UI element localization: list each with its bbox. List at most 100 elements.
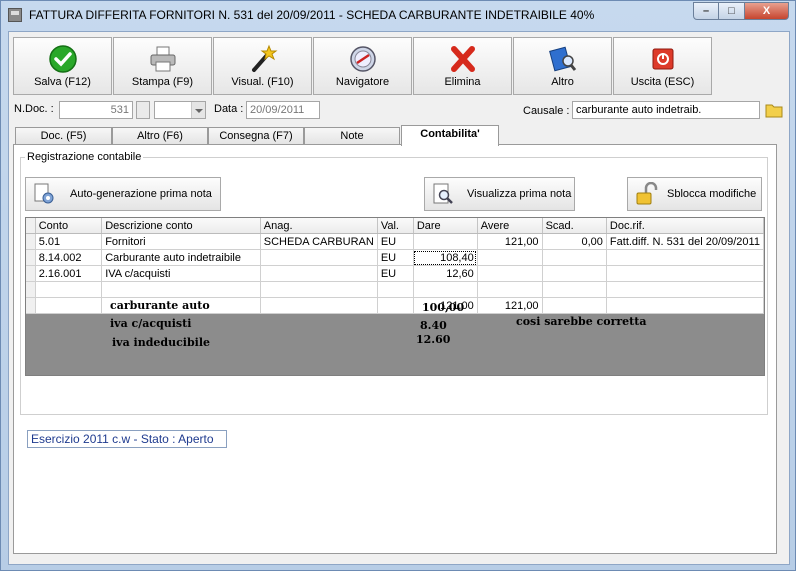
cell-descrizione[interactable]: IVA c/acquisti [101,265,261,282]
document-search-icon [433,183,453,204]
delete-label: Elimina [444,76,481,88]
tab-note[interactable]: Note [304,127,400,145]
cell-docrif[interactable] [606,249,764,266]
cell-descrizione[interactable] [101,281,261,298]
cell-val[interactable] [377,281,414,298]
col-conto[interactable]: Conto [35,218,103,234]
print-button[interactable]: Stampa (F9) [113,37,212,95]
total-scad [542,297,607,314]
minimize-button[interactable]: – [693,2,719,20]
unlock-icon [636,182,658,205]
row-indicator[interactable] [26,249,36,266]
cell-val[interactable]: EU [377,249,414,266]
ndoc-suffix-button[interactable] [136,101,150,119]
table-row[interactable]: 2.16.001 IVA c/acquisti EU 12,60 [26,265,764,282]
date-field[interactable]: 20/09/2011 [246,101,320,119]
delete-button[interactable]: Elimina [413,37,512,95]
col-val[interactable]: Val. [377,218,414,234]
col-avere[interactable]: Avere [477,218,543,234]
app-icon [8,8,22,22]
cell-docrif[interactable]: Fatt.diff. N. 531 del 20/09/2011 [606,233,764,250]
book-search-icon [548,46,576,72]
col-anag[interactable]: Anag. [260,218,378,234]
cell-dare-selected[interactable]: 108,40 [413,249,478,266]
cell-descrizione[interactable]: Carburante auto indetraibile [101,249,261,266]
cell-anag[interactable] [260,265,378,282]
cell-avere[interactable]: 121,00 [477,233,543,250]
note-comment: cosi sarebbe corretta [516,315,647,328]
cell-dare[interactable] [413,233,478,250]
cell-conto[interactable]: 5.01 [35,233,103,250]
cell-dare[interactable] [413,281,478,298]
tab-consegna[interactable]: Consegna (F7) [208,127,304,145]
cell-scad[interactable] [542,249,607,266]
close-button[interactable]: X [745,2,789,20]
power-icon [652,48,673,70]
autogen-button[interactable]: Auto-generazione prima nota [25,177,221,211]
col-dare[interactable]: Dare [413,218,478,234]
view-entry-button[interactable]: Visualizza prima nota [424,177,575,211]
unlock-button[interactable]: Sblocca modifiche [627,177,762,211]
tab-doc[interactable]: Doc. (F5) [15,127,112,145]
other-button[interactable]: Altro [513,37,612,95]
note-value-3: 12.60 [416,333,451,346]
cell-dare[interactable]: 12,60 [413,265,478,282]
cell-docrif[interactable] [606,281,764,298]
total-val [377,297,414,314]
cell-conto[interactable] [35,281,103,298]
save-button[interactable]: Salva (F12) [13,37,112,95]
cell-anag[interactable]: SCHEDA CARBURAN [260,233,378,250]
cell-avere[interactable] [477,249,543,266]
table-row[interactable]: 5.01 Fornitori SCHEDA CARBURAN EU 121,00… [26,233,764,250]
total-avere: 121,00 [477,297,543,314]
row-indicator[interactable] [26,281,36,298]
series-select[interactable] [154,101,206,119]
note-label-1: carburante auto [110,299,210,312]
view-label: Visual. (F10) [231,76,294,88]
cell-scad[interactable] [542,281,607,298]
status-label: Esercizio 2011 c.w - Stato : Aperto [27,430,227,448]
note-value-2: 8.40 [420,319,447,332]
row-indicator[interactable] [26,265,36,282]
col-descrizione[interactable]: Descrizione conto [101,218,261,234]
total-anag [260,297,378,314]
other-label: Altro [551,76,574,88]
cell-val[interactable]: EU [377,265,414,282]
ndoc-field[interactable]: 531 [59,101,133,119]
caption-buttons: – □ X [693,2,789,21]
total-docrif [606,297,764,314]
cell-anag[interactable] [260,281,378,298]
cell-avere[interactable] [477,281,543,298]
causale-label: Causale : [523,105,570,117]
row-indicator[interactable] [26,233,36,250]
cell-anag[interactable] [260,249,378,266]
col-docrif[interactable]: Doc.rif. [606,218,764,234]
navigator-label: Navigatore [335,76,390,88]
cell-conto[interactable]: 2.16.001 [35,265,103,282]
main-window: FATTURA DIFFERITA FORNITORI N. 531 del 2… [0,0,796,571]
window-title: FATTURA DIFFERITA FORNITORI N. 531 del 2… [29,8,595,22]
tab-contabilita[interactable]: Contabilita' [401,125,499,146]
cell-scad[interactable] [542,265,607,282]
table-row[interactable] [26,281,764,298]
exit-button[interactable]: Uscita (ESC) [613,37,712,95]
causale-field[interactable]: carburante auto indetraib. [572,101,760,119]
navigator-button[interactable]: Navigatore [313,37,412,95]
save-label: Salva (F12) [34,76,91,88]
col-scad[interactable]: Scad. [542,218,607,234]
note-value-1: 100,00 [422,301,465,314]
folder-icon[interactable] [765,102,783,118]
document-gear-icon [34,183,54,204]
cell-scad[interactable]: 0,00 [542,233,607,250]
view-button[interactable]: Visual. (F10) [213,37,312,95]
cell-conto[interactable]: 8.14.002 [35,249,103,266]
cell-avere[interactable] [477,265,543,282]
cell-descrizione[interactable]: Fornitori [101,233,261,250]
cell-docrif[interactable] [606,265,764,282]
tab-altro[interactable]: Altro (F6) [112,127,208,145]
table-row[interactable]: 8.14.002 Carburante auto indetraibile EU… [26,249,764,266]
cell-val[interactable]: EU [377,233,414,250]
printer-icon [150,46,175,72]
maximize-button[interactable]: □ [719,2,745,20]
magic-wand-icon [251,44,277,72]
